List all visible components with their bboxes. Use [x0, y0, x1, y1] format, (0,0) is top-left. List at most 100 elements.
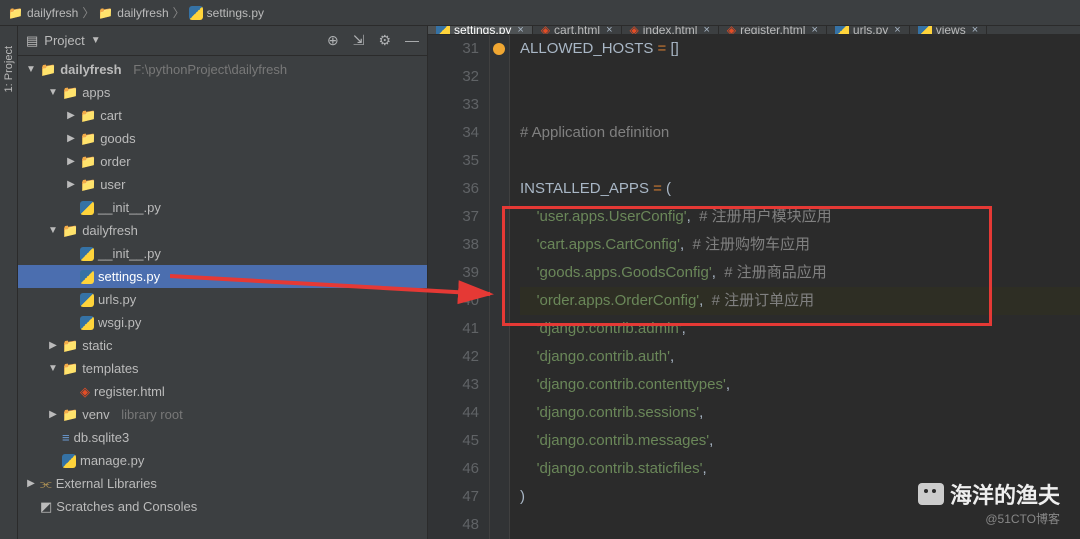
expand-arrow-icon[interactable]: [48, 409, 58, 420]
tree-item[interactable]: 📁order: [18, 150, 427, 173]
expand-arrow-icon[interactable]: [66, 179, 76, 190]
close-icon[interactable]: ×: [972, 26, 978, 35]
external-libraries[interactable]: ⫘ External Libraries: [18, 472, 427, 495]
tree-item[interactable]: manage.py: [18, 449, 427, 472]
line-number[interactable]: 44: [428, 399, 479, 427]
tree-item[interactable]: 📁dailyfresh: [18, 219, 427, 242]
tree-item[interactable]: 📁venv library root: [18, 403, 427, 426]
expand-arrow-icon[interactable]: [48, 340, 58, 351]
crumb-dir[interactable]: 📁dailyfresh: [98, 6, 168, 20]
code-line[interactable]: 'django.contrib.admin',: [520, 315, 1080, 343]
expand-arrow-icon[interactable]: [66, 133, 76, 144]
warning-icon[interactable]: [493, 43, 505, 55]
code-line[interactable]: 'user.apps.UserConfig', # 注册用户模块应用: [520, 203, 1080, 231]
tree-item[interactable]: settings.py: [18, 265, 427, 288]
code-text[interactable]: ALLOWED_HOSTS = [] # Application definiti…: [510, 35, 1080, 539]
project-tool-button[interactable]: 1: Project: [3, 46, 15, 92]
line-number[interactable]: 39: [428, 259, 479, 287]
crumb-root[interactable]: 📁dailyfresh: [8, 6, 78, 20]
editor-tab[interactable]: settings.py×: [428, 26, 533, 34]
close-icon[interactable]: ×: [517, 26, 523, 35]
tree-item[interactable]: urls.py: [18, 288, 427, 311]
close-icon[interactable]: ×: [894, 26, 900, 35]
expand-arrow-icon[interactable]: [48, 363, 58, 374]
code-line[interactable]: 'django.contrib.messages',: [520, 427, 1080, 455]
tree-root[interactable]: 📁 dailyfresh F:\pythonProject\dailyfresh: [18, 58, 427, 81]
line-number[interactable]: 46: [428, 455, 479, 483]
folder-icon: 📁: [98, 6, 113, 20]
code-line[interactable]: 'order.apps.OrderConfig', # 注册订单应用: [520, 287, 1080, 315]
line-number[interactable]: 35: [428, 147, 479, 175]
chevron-down-icon[interactable]: ▼: [91, 35, 101, 46]
expand-arrow-icon[interactable]: [26, 478, 36, 489]
libraries-icon: ⫘: [40, 476, 52, 492]
code-line[interactable]: 'goods.apps.GoodsConfig', # 注册商品应用: [520, 259, 1080, 287]
gutter[interactable]: 313233343536373839404142434445464748: [428, 35, 490, 539]
editor-tab[interactable]: ◈index.html×: [622, 26, 719, 34]
expand-arrow-icon[interactable]: [48, 225, 58, 236]
crumb-file[interactable]: settings.py: [189, 6, 264, 20]
line-number[interactable]: 45: [428, 427, 479, 455]
line-number[interactable]: 48: [428, 511, 479, 539]
close-icon[interactable]: ×: [811, 26, 817, 35]
editor-tab[interactable]: views×: [910, 26, 987, 34]
scratches-and-consoles[interactable]: ◩ Scratches and Consoles: [18, 495, 427, 518]
tree-item[interactable]: 📁goods: [18, 127, 427, 150]
line-number[interactable]: 41: [428, 315, 479, 343]
tree-item[interactable]: 📁user: [18, 173, 427, 196]
tree-item[interactable]: ≡db.sqlite3: [18, 426, 427, 449]
expand-arrow-icon[interactable]: [48, 87, 58, 98]
code-line[interactable]: 'django.contrib.contenttypes',: [520, 371, 1080, 399]
line-number[interactable]: 36: [428, 175, 479, 203]
line-number[interactable]: 33: [428, 91, 479, 119]
tree-item[interactable]: 📁 cart: [18, 104, 427, 127]
line-number[interactable]: 38: [428, 231, 479, 259]
code-area[interactable]: 313233343536373839404142434445464748 ALL…: [428, 35, 1080, 539]
code-line[interactable]: 'django.contrib.sessions',: [520, 399, 1080, 427]
tree-item-label: static: [82, 338, 112, 353]
expand-arrow-icon[interactable]: [26, 64, 36, 75]
code-line[interactable]: 'django.contrib.auth',: [520, 343, 1080, 371]
tree-item[interactable]: 📁static: [18, 334, 427, 357]
line-number[interactable]: 37: [428, 203, 479, 231]
project-label[interactable]: Project: [44, 33, 84, 48]
hide-icon[interactable]: —: [405, 32, 419, 49]
line-number[interactable]: 31: [428, 35, 479, 63]
line-number[interactable]: 47: [428, 483, 479, 511]
close-icon[interactable]: ×: [703, 26, 709, 35]
expand-arrow-icon[interactable]: [66, 156, 76, 167]
code-line[interactable]: # Application definition: [520, 119, 1080, 147]
tree-item[interactable]: ◈register.html: [18, 380, 427, 403]
pydir-icon: 📁: [80, 108, 96, 124]
line-number[interactable]: 32: [428, 63, 479, 91]
line-number[interactable]: 43: [428, 371, 479, 399]
project-tree[interactable]: 📁 dailyfresh F:\pythonProject\dailyfresh…: [18, 56, 427, 539]
tree-item[interactable]: __init__.py: [18, 196, 427, 219]
code-line[interactable]: 'cart.apps.CartConfig', # 注册购物车应用: [520, 231, 1080, 259]
tree-item[interactable]: __init__.py: [18, 242, 427, 265]
tree-item[interactable]: wsgi.py: [18, 311, 427, 334]
close-icon[interactable]: ×: [606, 26, 612, 35]
code-line[interactable]: INSTALLED_APPS = (: [520, 175, 1080, 203]
editor-tab[interactable]: urls.py×: [827, 26, 910, 34]
side-toolbar: 1: Project: [0, 26, 18, 539]
expand-arrow-icon[interactable]: [66, 110, 76, 121]
editor-tab[interactable]: ◈cart.html×: [533, 26, 622, 34]
tree-item[interactable]: 📁templates: [18, 357, 427, 380]
code-line[interactable]: ALLOWED_HOSTS = []: [520, 35, 1080, 63]
tree-item-label: cart: [100, 108, 122, 123]
line-number[interactable]: 40: [428, 287, 479, 315]
line-number[interactable]: 42: [428, 343, 479, 371]
scroll-from-source-icon[interactable]: ⊕: [327, 32, 339, 49]
code-line[interactable]: [520, 63, 1080, 91]
scratches-icon: ◩: [40, 499, 52, 515]
tree-item[interactable]: 📁apps: [18, 81, 427, 104]
collapse-all-icon[interactable]: ⇲: [353, 32, 365, 49]
code-line[interactable]: [520, 91, 1080, 119]
gear-icon[interactable]: ⚙: [378, 32, 391, 49]
code-line[interactable]: [520, 147, 1080, 175]
tree-item-label: __init__.py: [98, 200, 161, 215]
chevron-right-icon: 〉: [173, 4, 185, 21]
line-number[interactable]: 34: [428, 119, 479, 147]
editor-tab[interactable]: ◈register.html×: [719, 26, 827, 34]
